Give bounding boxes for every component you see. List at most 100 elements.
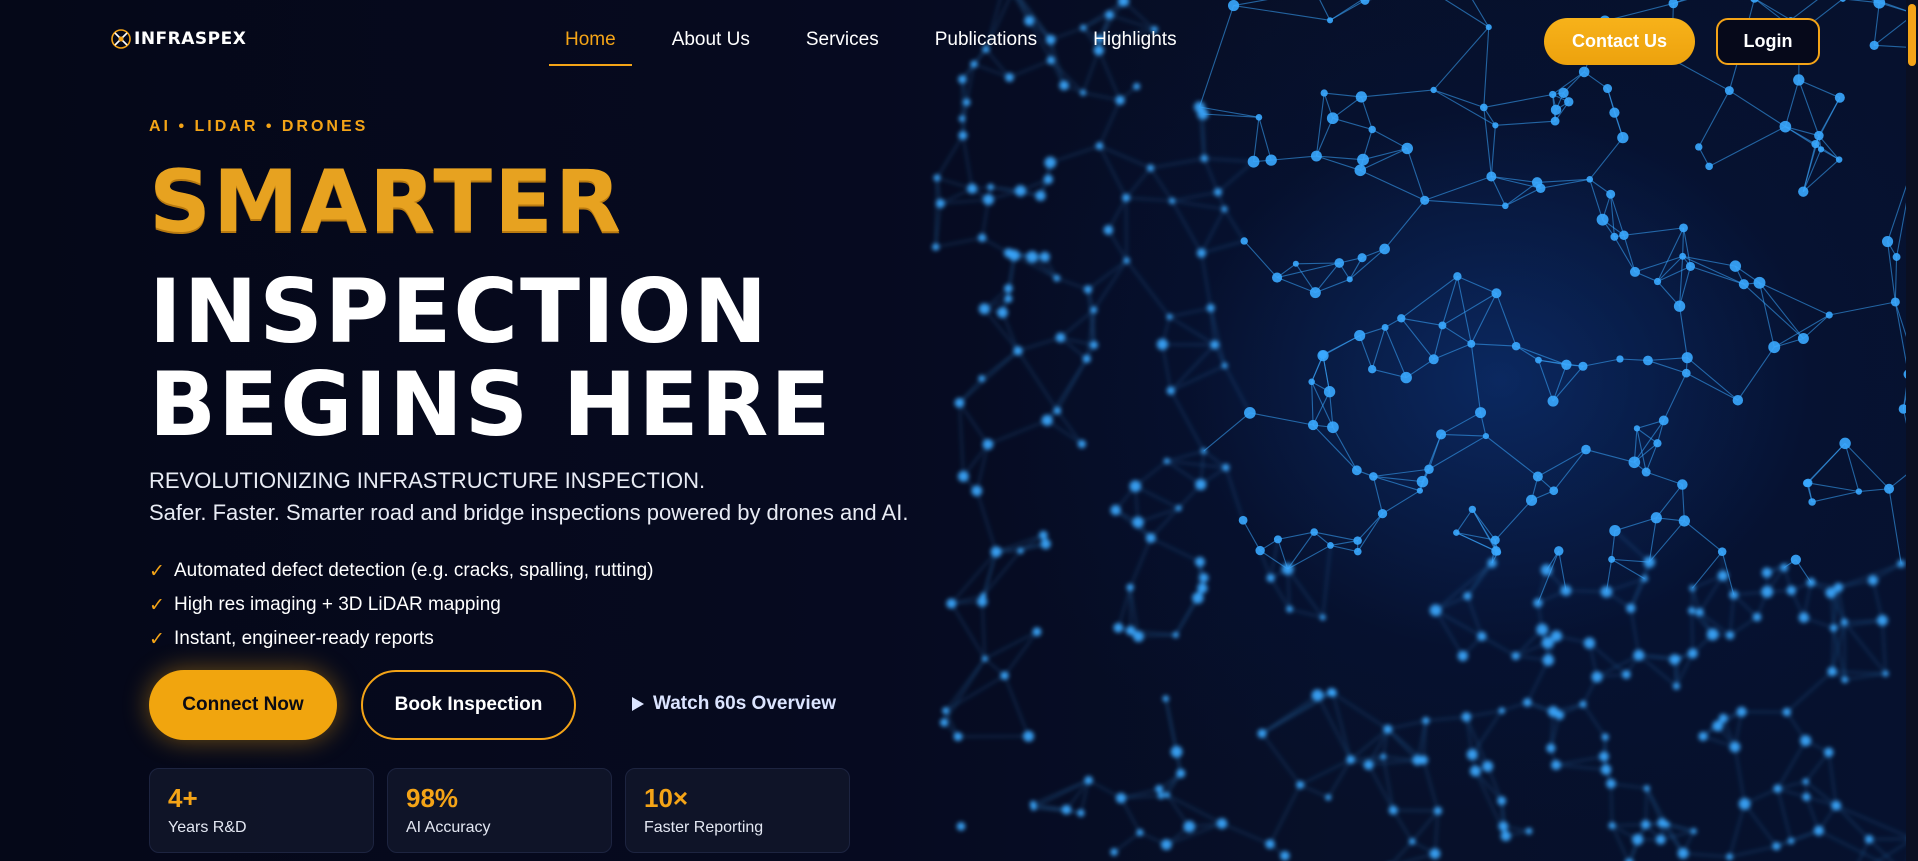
login-button[interactable]: Login: [1716, 18, 1820, 65]
network-link: [1392, 809, 1413, 842]
network-node: [1558, 87, 1569, 99]
stat-label: AI Accuracy: [406, 819, 491, 836]
network-node: [1183, 820, 1196, 833]
network-node: [1591, 671, 1603, 683]
network-node: [1397, 314, 1406, 323]
network-node: [1416, 487, 1423, 494]
network-node: [1266, 573, 1275, 583]
network-link: [1401, 317, 1443, 326]
network-node: [1657, 818, 1667, 828]
logo[interactable]: INFRASPEX: [110, 28, 246, 50]
network-node: [958, 130, 968, 140]
network-link: [1243, 240, 1278, 278]
network-node: [946, 598, 957, 609]
network-node: [1346, 276, 1353, 283]
network-link: [1613, 236, 1636, 273]
feature-item: ✓ Instant, engineer-ready reports: [149, 622, 653, 656]
hero-eyebrow: AI • LIDAR • DRONES: [149, 118, 369, 135]
connect-now-button[interactable]: Connect Now: [149, 670, 337, 740]
network-link: [1494, 499, 1532, 541]
network-node: [1882, 670, 1889, 677]
contact-us-button[interactable]: Contact Us: [1544, 18, 1695, 65]
scrollbar-thumb[interactable]: [1908, 4, 1916, 66]
network-node: [978, 375, 986, 383]
page-scrollbar[interactable]: [1906, 0, 1918, 861]
network-link: [1582, 703, 1606, 738]
network-link: [1660, 830, 1694, 841]
network-link: [1435, 609, 1483, 637]
network-link: [1200, 208, 1225, 254]
watch-overview-button[interactable]: Watch 60s Overview: [631, 693, 836, 715]
network-link: [1729, 90, 1786, 128]
network-node: [1679, 223, 1688, 233]
network-link: [1050, 145, 1100, 164]
network-node: [1310, 528, 1318, 536]
network-link: [1277, 531, 1315, 540]
nav-about-us[interactable]: About Us: [656, 28, 766, 66]
network-link: [1759, 282, 1830, 316]
network-node: [935, 198, 945, 209]
nav-home[interactable]: Home: [549, 28, 632, 66]
network-node: [1084, 775, 1093, 785]
network-node: [1752, 612, 1762, 622]
network-link: [1698, 90, 1730, 148]
network-node: [1017, 547, 1024, 554]
network-node: [1255, 114, 1263, 121]
network-node: [1867, 575, 1879, 586]
stat-value: 98%: [406, 783, 459, 813]
network-link: [1225, 467, 1244, 521]
network-node: [977, 233, 987, 243]
network-node: [1055, 332, 1066, 343]
network-link: [1515, 345, 1567, 366]
network-node: [1461, 712, 1472, 722]
network-node: [1416, 475, 1429, 488]
network-node: [1110, 504, 1121, 516]
network-link: [1647, 359, 1687, 374]
network-node: [1674, 655, 1681, 662]
network-node: [1884, 483, 1895, 494]
network-link: [1596, 654, 1640, 678]
network-node: [1688, 606, 1696, 615]
nav-highlights[interactable]: Highlights: [1077, 28, 1192, 66]
network-node: [1453, 529, 1460, 536]
network-node: [1327, 542, 1334, 549]
network-node: [982, 438, 994, 450]
network-node: [1463, 591, 1472, 601]
network-link: [1421, 434, 1442, 482]
network-link: [1169, 307, 1211, 318]
network-link: [1322, 335, 1360, 357]
network-node: [1705, 162, 1713, 171]
network-node: [1653, 439, 1662, 448]
network-node: [1164, 791, 1171, 798]
network-node: [1280, 851, 1290, 861]
network-node: [1497, 796, 1507, 806]
book-inspection-button[interactable]: Book Inspection: [361, 670, 576, 740]
network-node: [1195, 556, 1205, 567]
network-node: [1053, 406, 1062, 415]
network-node: [1430, 86, 1437, 94]
network-node: [1327, 421, 1339, 434]
network-node: [1222, 463, 1230, 472]
network-node: [967, 183, 978, 194]
network-link: [1611, 825, 1629, 861]
network-node: [1547, 706, 1559, 717]
network-node: [1089, 340, 1099, 350]
network-node: [990, 546, 1002, 558]
network-node: [1136, 829, 1144, 837]
network-node: [1498, 707, 1506, 715]
network-link: [1357, 513, 1383, 552]
network-node: [1738, 279, 1749, 290]
network-link: [1129, 587, 1132, 631]
play-icon: [632, 697, 644, 711]
nav-services[interactable]: Services: [790, 28, 895, 66]
network-node: [1160, 839, 1172, 851]
network-node: [1690, 828, 1697, 835]
network-link: [1120, 797, 1141, 833]
check-icon: ✓: [149, 560, 165, 582]
network-link: [1485, 435, 1539, 477]
network-node: [1724, 86, 1734, 96]
network-node: [1626, 603, 1636, 613]
network-node: [1619, 230, 1629, 240]
network-node: [1192, 592, 1204, 604]
nav-publications[interactable]: Publications: [919, 28, 1053, 66]
